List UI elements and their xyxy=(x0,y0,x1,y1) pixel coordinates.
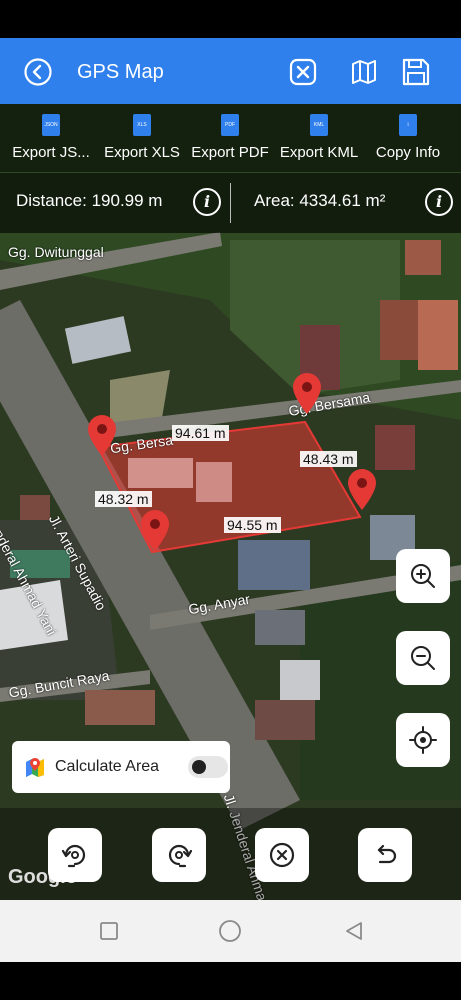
xls-file-icon: XLS xyxy=(133,114,151,136)
zoom-out-button[interactable] xyxy=(396,631,450,685)
segment-length-label: 48.32 m xyxy=(95,491,152,507)
back-button[interactable] xyxy=(22,56,54,88)
close-button[interactable] xyxy=(287,56,319,88)
calculate-area-card: Calculate Area xyxy=(12,741,230,793)
json-file-icon: JSON xyxy=(42,114,60,136)
area-readout: Area: 4334.61 m² xyxy=(254,191,386,210)
street-label: Gg. Dwitunggal xyxy=(8,244,104,260)
info-icon[interactable]: i xyxy=(193,188,221,216)
kml-file-icon: KML xyxy=(310,114,328,136)
my-location-button[interactable] xyxy=(396,713,450,767)
system-nav-bar xyxy=(0,900,461,962)
rotate-left-icon xyxy=(61,844,86,868)
zoom-out-icon xyxy=(411,646,435,670)
zoom-in-icon xyxy=(411,564,435,588)
marker-pin-icon[interactable] xyxy=(138,507,172,553)
export-xls-button[interactable]: XLS Export XLS xyxy=(100,104,184,172)
info-file-icon: i xyxy=(399,114,417,136)
marker-pin-icon[interactable] xyxy=(290,370,324,416)
status-bar xyxy=(0,0,461,38)
info-icon[interactable]: i xyxy=(425,188,453,216)
copy-info-button[interactable]: i Copy Info xyxy=(368,104,448,172)
calculate-area-label: Calculate Area xyxy=(55,758,160,775)
zoom-in-button[interactable] xyxy=(396,549,450,603)
crosshair-icon xyxy=(409,726,437,754)
divider xyxy=(230,183,231,223)
page-title: GPS Map xyxy=(77,61,164,83)
segment-length-label: 94.55 m xyxy=(224,517,281,533)
rotate-right-icon xyxy=(168,844,193,868)
pdf-file-icon: PDF xyxy=(221,114,239,136)
undo-button[interactable] xyxy=(358,828,412,882)
rotate-right-button[interactable] xyxy=(152,828,206,882)
calculate-area-toggle[interactable] xyxy=(188,756,228,778)
segment-length-label: 48.43 m xyxy=(300,451,357,467)
toggle-knob xyxy=(192,760,206,774)
chevron-left-circle-icon xyxy=(24,58,52,86)
undo-icon xyxy=(377,844,397,864)
app-bar xyxy=(0,38,461,104)
map-type-button[interactable] xyxy=(348,56,380,88)
clear-button[interactable] xyxy=(255,828,309,882)
map-icon xyxy=(352,60,376,84)
clear-circle-icon xyxy=(269,842,295,868)
map-pin-icon xyxy=(26,758,44,777)
rotate-left-button[interactable] xyxy=(48,828,102,882)
distance-readout: Distance: 190.99 m xyxy=(16,191,163,210)
segment-length-label: 94.61 m xyxy=(172,425,229,441)
save-icon xyxy=(402,58,430,86)
recents-icon[interactable] xyxy=(99,921,119,941)
save-button[interactable] xyxy=(399,55,433,89)
marker-pin-icon[interactable] xyxy=(85,412,119,458)
bottom-edge xyxy=(0,962,461,1000)
export-pdf-button[interactable]: PDF Export PDF xyxy=(188,104,272,172)
home-icon[interactable] xyxy=(218,919,242,943)
export-toolbar: JSON Export JS... XLS Export XLS PDF Exp… xyxy=(0,104,461,172)
marker-pin-icon[interactable] xyxy=(345,466,379,512)
close-icon xyxy=(289,58,317,86)
export-kml-button[interactable]: KML Export KML xyxy=(276,104,362,172)
export-json-button[interactable]: JSON Export JS... xyxy=(8,104,94,172)
back-nav-icon[interactable] xyxy=(343,920,365,942)
